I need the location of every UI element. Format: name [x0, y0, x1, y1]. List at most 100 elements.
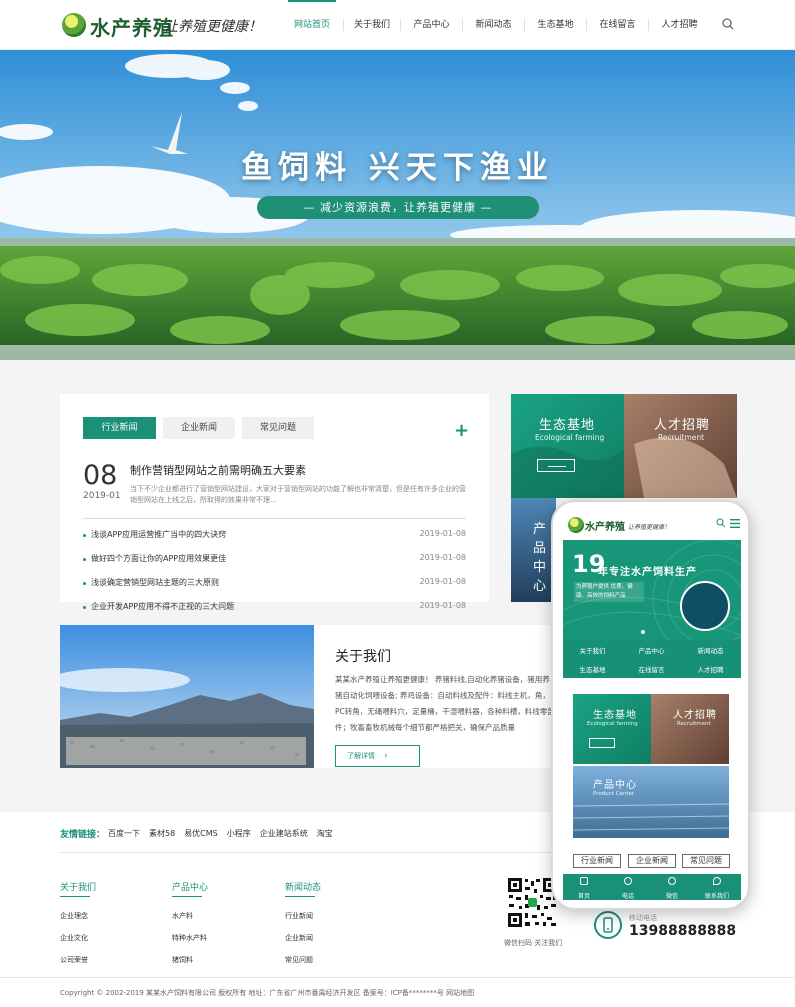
mobile-nav-item[interactable]: 生态基地: [563, 664, 622, 674]
featured-day: 08: [83, 460, 118, 491]
mobile-product-title: 产品中心: [593, 780, 637, 791]
footer-link[interactable]: 水产料: [172, 911, 193, 921]
tab-company-news[interactable]: 企业新闻: [163, 417, 235, 439]
chevron-right-icon: ›: [384, 751, 388, 761]
friend-link[interactable]: 素材58: [149, 828, 175, 839]
learn-more-label: 了解详情: [347, 752, 375, 760]
footer-link[interactable]: 猪饲料: [172, 955, 193, 965]
footer-link[interactable]: 企业理念: [60, 911, 88, 921]
eco-tile-title: 生态基地: [539, 418, 596, 433]
mobile-tab-company-news[interactable]: 企业新闻: [628, 854, 676, 868]
logo-icon[interactable]: [62, 13, 86, 37]
news-list-item[interactable]: 企业开发APP应用不得不正视的三大问题 2019-01-08: [83, 601, 466, 615]
nav-news[interactable]: 新闻动态: [463, 0, 524, 50]
mobile-bottom-phone[interactable]: 电话: [606, 891, 650, 900]
news-list-item[interactable]: 浅谈APP应用运营推广当中的四大诀窍 2019-01-08: [83, 529, 466, 543]
footer-link[interactable]: 特种水产料: [172, 933, 207, 943]
friend-links: 百度一下 素材58 易优CMS 小程序 企业建站系统 淘宝: [108, 828, 333, 839]
friend-link[interactable]: 淘宝: [317, 828, 333, 839]
nav-message[interactable]: 在线留言: [587, 0, 648, 50]
mobile-nav-item[interactable]: 在线留言: [622, 664, 681, 674]
mobile-bottom-home[interactable]: 首页: [562, 891, 606, 900]
tab-industry-news[interactable]: 行业新闻: [83, 417, 156, 439]
nav-eco-base[interactable]: 生态基地: [525, 0, 586, 50]
news-list-item[interactable]: 浅谈确定营销型网站主题的三大原则 2019-01-08: [83, 577, 466, 591]
news-item-title[interactable]: 企业开发APP应用不得不正视的三大问题: [91, 601, 234, 612]
about-city-image: [60, 625, 314, 768]
nav-about[interactable]: 关于我们: [344, 0, 400, 50]
mobile-tab-industry-news[interactable]: 行业新闻: [573, 854, 621, 868]
tab-faq[interactable]: 常见问题: [242, 417, 314, 439]
nav-products[interactable]: 产品中心: [401, 0, 462, 50]
news-list-item[interactable]: 做好四个方面让你的APP应用效果更佳 2019-01-08: [83, 553, 466, 567]
news-item-title[interactable]: 浅谈确定营销型网站主题的三大原则: [91, 577, 219, 588]
learn-more-button[interactable]: 了解详情 ›: [335, 745, 420, 767]
mobile-menu-icon: [730, 519, 740, 528]
mobile-eco-subtitle: Ecological farming: [587, 721, 638, 727]
product-tile[interactable]: 产品中心: [511, 498, 556, 602]
news-item-title[interactable]: 做好四个方面让你的APP应用效果更佳: [91, 553, 226, 564]
divider: [0, 977, 795, 978]
mobile-nav-item[interactable]: 产品中心: [622, 645, 681, 655]
footer-link[interactable]: 企业新闻: [285, 933, 313, 943]
news-item-date: 2019-01-08: [419, 553, 467, 562]
nav-recruit[interactable]: 人才招聘: [649, 0, 710, 50]
divider: [172, 896, 202, 897]
footer-col-title[interactable]: 产品中心: [172, 880, 208, 893]
mobile-nav: 关于我们 产品中心 新闻动态 生态基地 在线留言 人才招聘: [563, 640, 741, 678]
mobile-banner-headline: 年专注水产饲料生产: [598, 567, 697, 578]
friend-links-label: 友情链接：: [60, 830, 106, 840]
featured-year-month: 2019-01: [83, 491, 121, 501]
phone-icon: [624, 877, 632, 885]
footer-link[interactable]: 常见问题: [285, 955, 313, 965]
nav-home[interactable]: 网站首页: [288, 0, 336, 50]
recruit-tile-subtitle: Recruitment: [658, 433, 705, 442]
footer-link[interactable]: 公司荣誉: [60, 955, 88, 965]
eco-base-tile[interactable]: 生态基地 Ecological farming: [511, 394, 624, 498]
about-description: 某某水产养殖让养殖更健康！ 养猪料线,自动化养猪设备，猪用养猪自动化饲喂设备; …: [335, 675, 555, 732]
search-icon[interactable]: [718, 14, 738, 34]
mobile-nav-item[interactable]: 关于我们: [563, 645, 622, 655]
bullet-icon: [83, 606, 86, 609]
news-item-date: 2019-01-08: [419, 529, 467, 538]
footer-col-title[interactable]: 新闻动态: [285, 880, 321, 893]
bullet-icon: [83, 534, 86, 537]
more-plus-icon[interactable]: +: [454, 422, 469, 440]
mobile-eco-tile[interactable]: 生态基地 Ecological farming: [573, 694, 651, 764]
news-item-title[interactable]: 浅谈APP应用运营推广当中的四大诀窍: [91, 529, 226, 540]
qr-caption: 微信扫码 关注我们: [504, 939, 563, 947]
friend-link[interactable]: 百度一下: [108, 828, 140, 839]
footer-link[interactable]: 企业文化: [60, 933, 88, 943]
friend-link[interactable]: 企业建站系统: [260, 828, 308, 839]
logo-text[interactable]: 水产养殖: [90, 12, 174, 41]
mobile-slogan: 让养殖更健康！: [628, 524, 671, 531]
copyright: Copyright © 2002-2019 某某水产饲料有限公司 版权所有 地址…: [60, 989, 475, 997]
mobile-recruit-subtitle: Recruitment: [677, 721, 711, 727]
mobile-bottom-wechat[interactable]: 微信: [650, 891, 694, 900]
featured-title[interactable]: 制作营销型网站之前需明确五大要素: [130, 462, 306, 478]
mobile-eco-arrow-button: [589, 738, 615, 748]
main-nav: 网站首页 关于我们 产品中心 新闻动态 生态基地 在线留言 人才招聘: [288, 0, 710, 50]
mobile-logo-icon: [568, 517, 584, 533]
phone-label: 移动电话: [629, 914, 657, 922]
mobile-eco-title: 生态基地: [593, 710, 637, 721]
footer-link[interactable]: 行业新闻: [285, 911, 313, 921]
recruit-tile[interactable]: 人才招聘 Recruitment: [624, 394, 737, 498]
mobile-nav-item[interactable]: 人才招聘: [681, 664, 740, 674]
eco-tile-arrow-button: [537, 459, 575, 472]
friend-link[interactable]: 小程序: [227, 828, 251, 839]
logo-slogan: 让养殖更健康！: [164, 19, 262, 35]
friend-link[interactable]: 易优CMS: [184, 828, 218, 839]
news-item-date: 2019-01-08: [419, 577, 467, 586]
mobile-bottom-contact[interactable]: 联系我们: [695, 891, 739, 900]
mobile-tab-faq[interactable]: 常见问题: [682, 854, 730, 868]
mobile-recruit-tile[interactable]: 人才招聘 Recruitment: [651, 694, 729, 764]
mobile-search-icon: [716, 518, 726, 528]
banner-subtitle: — 减少资源浪费，让养殖更健康 —: [257, 196, 539, 219]
featured-desc: 当下不少企业都进行了营销型网站建设，大家对于营销型网站的功能了解也非常清楚，但是…: [130, 485, 466, 504]
footer-col-title[interactable]: 关于我们: [60, 880, 96, 893]
mobile-nav-item[interactable]: 新闻动态: [681, 645, 740, 655]
mobile-product-tile[interactable]: 产品中心 Product Center: [573, 766, 729, 838]
location-icon: [713, 877, 721, 885]
eco-tile-subtitle: Ecological farming: [535, 433, 605, 442]
